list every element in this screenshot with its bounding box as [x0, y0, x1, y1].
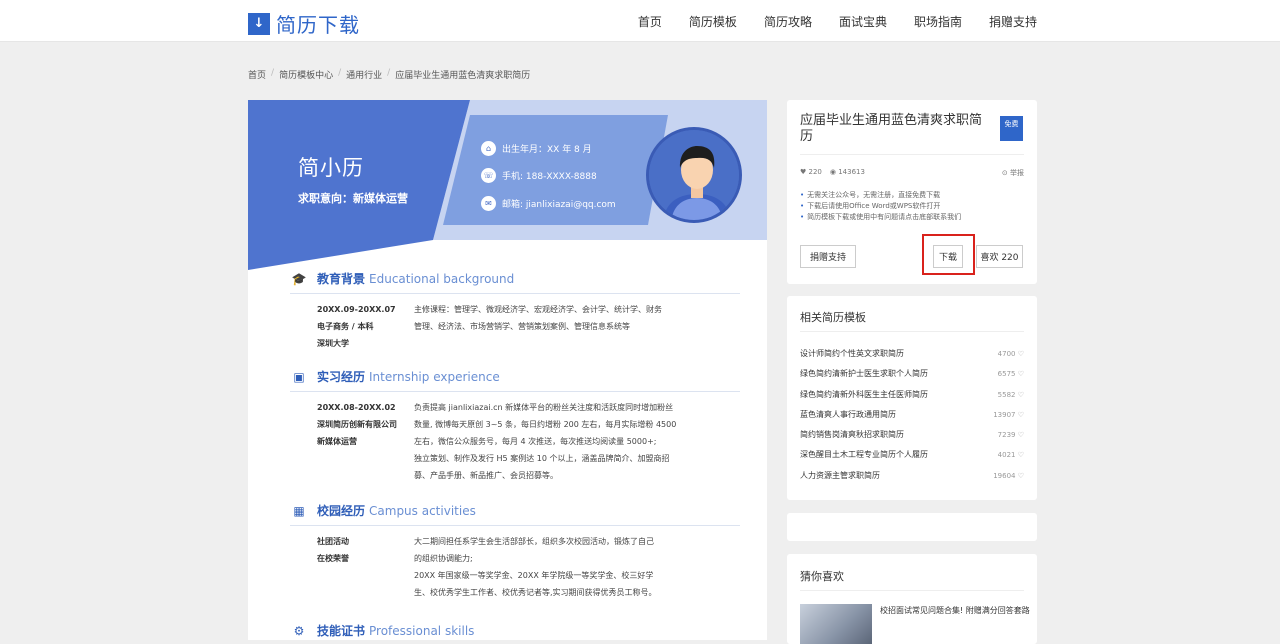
- views-count: ◉ 143613: [829, 168, 865, 176]
- logo-text: 简历下载: [276, 13, 360, 37]
- resume-phone: ☏ 手机: 188-XXXX-8888: [481, 168, 597, 183]
- template-info-card: 应届毕业生通用蓝色清爽求职简历 免费 ♥ 220 ◉ 143613 ⊙ 举报 无…: [787, 100, 1037, 284]
- download-notes: 无需关注公众号，无需注册，直接免费下载 下载后请使用Office Word或WP…: [800, 190, 961, 223]
- nav-interview[interactable]: 面试宝典: [839, 13, 887, 30]
- section-education: 🎓 教育背景 Educational background 20XX.09-20XX…: [290, 270, 740, 352]
- resume-preview: 简小历 求职意向：新媒体运营 ⌂ 出生年月：XX 年 8 月 ☏ 手机: 188-X…: [248, 100, 767, 640]
- note-item: 简历模板下载或使用中有问题请点击底部联系我们: [800, 212, 961, 223]
- article-link[interactable]: 校招面试常见问题合集! 附赠满分回答套路: [880, 604, 1030, 618]
- template-title: 应届毕业生通用蓝色清爽求职简历: [800, 113, 983, 144]
- resume-email: ✉ 邮箱: jianlixiazai@qq.com: [481, 196, 616, 211]
- nav-templates[interactable]: 简历模板: [689, 13, 737, 30]
- list-item[interactable]: 人力资源主管求职简历 19604 ♡: [800, 466, 1024, 486]
- donate-button[interactable]: 捐赠支持: [800, 245, 856, 268]
- divider: [800, 154, 1024, 155]
- divider: [800, 331, 1024, 332]
- likes-count: ♥ 220: [800, 168, 822, 176]
- note-item: 无需关注公众号，无需注册，直接免费下载: [800, 190, 961, 201]
- divider: [800, 590, 1024, 591]
- resume-name: 简小历: [298, 156, 364, 180]
- guess-title: 猜你喜欢: [800, 570, 844, 583]
- list-item[interactable]: 绿色简约清新外科医生主任医师简历 5582 ♡: [800, 385, 1024, 405]
- resume-birth: ⌂ 出生年月：XX 年 8 月: [481, 141, 592, 156]
- nav-donate[interactable]: 捐赠支持: [989, 13, 1037, 30]
- calendar-icon: ▦: [293, 503, 305, 518]
- empty-card: [787, 513, 1037, 541]
- related-title: 相关简历模板: [800, 311, 866, 324]
- list-item[interactable]: 蓝色清爽人事行政通用简历 13907 ♡: [800, 405, 1024, 425]
- graduation-cap-icon: 🎓: [291, 271, 307, 286]
- site-header: ↓ 简历下载 首页 简历模板 简历攻略 面试宝典 职场指南 捐赠支持: [0, 0, 1280, 42]
- nav-guides[interactable]: 简历攻略: [764, 13, 812, 30]
- avatar: [646, 127, 742, 223]
- list-item[interactable]: 设计师简约个性英文求职简历 4700 ♡: [800, 344, 1024, 364]
- breadcrumb-category[interactable]: 通用行业: [346, 68, 382, 81]
- cake-icon: ⌂: [481, 141, 496, 156]
- list-item[interactable]: 深色醒目土木工程专业简历个人履历 4021 ♡: [800, 445, 1024, 465]
- mail-icon: ✉: [481, 196, 496, 211]
- breadcrumb: 首页 / 简历模板中心 / 通用行业 / 应届毕业生通用蓝色清爽求职简历: [248, 68, 531, 81]
- main-nav: 首页 简历模板 简历攻略 面试宝典 职场指南 捐赠支持: [611, 13, 1037, 30]
- free-badge: 免费: [1000, 116, 1023, 141]
- report-link[interactable]: ⊙ 举报: [1002, 168, 1024, 178]
- breadcrumb-current: 应届毕业生通用蓝色清爽求职简历: [395, 71, 531, 81]
- breadcrumb-home[interactable]: 首页: [248, 68, 266, 81]
- download-icon: ↓: [248, 12, 270, 35]
- section-internship: ▣ 实习经历 Internship experience 20XX.08-20XX.…: [290, 368, 740, 484]
- download-highlight-box: [922, 234, 975, 275]
- template-stats: ♥ 220 ◉ 143613: [800, 168, 873, 176]
- note-item: 下载后请使用Office Word或WPS软件打开: [800, 201, 961, 212]
- section-campus: ▦ 校园经历 Campus activities 社团活动 在校荣誉 大二期间担任系学…: [290, 502, 740, 601]
- phone-icon: ☏: [481, 168, 496, 183]
- article-thumbnail[interactable]: [800, 604, 872, 644]
- nav-home[interactable]: 首页: [638, 13, 662, 30]
- section-skills: ⚙ 技能证书 Professional skills: [290, 622, 740, 640]
- like-button[interactable]: 喜欢 220: [976, 245, 1023, 268]
- nav-career[interactable]: 职场指南: [914, 13, 962, 30]
- briefcase-icon: ▣: [293, 369, 305, 384]
- related-list: 设计师简约个性英文求职简历 4700 ♡ 绿色简约清新护士医生求职个人简历 6575…: [800, 344, 1024, 486]
- list-item[interactable]: 简约销售岗清爽秋招求职简历 7239 ♡: [800, 425, 1024, 445]
- related-templates-card: 相关简历模板 设计师简约个性英文求职简历 4700 ♡ 绿色简约清新护士医生求职个…: [787, 296, 1037, 500]
- resume-intent: 求职意向：新媒体运营: [298, 192, 408, 205]
- breadcrumb-templates[interactable]: 简历模板中心: [279, 68, 333, 81]
- logo[interactable]: ↓ 简历下载: [248, 9, 360, 38]
- list-item[interactable]: 绿色简约清新护士医生求职个人简历 6575 ♡: [800, 364, 1024, 384]
